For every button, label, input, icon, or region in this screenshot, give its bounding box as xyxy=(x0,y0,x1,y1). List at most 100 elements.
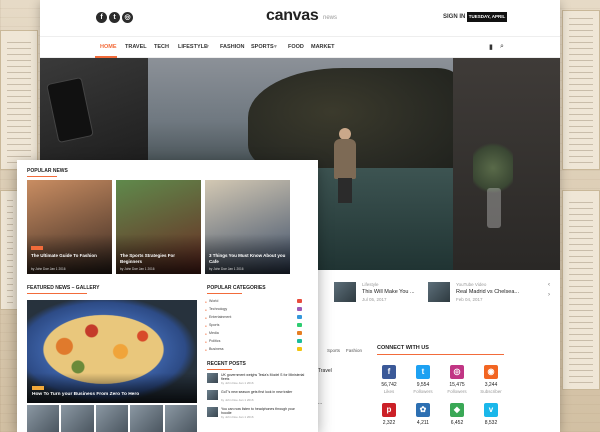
news-card[interactable]: The Ultimate Guide To Fashion by John Doe… xyxy=(27,180,112,274)
featured-badge xyxy=(32,386,44,390)
gallery-thumb[interactable] xyxy=(95,405,129,432)
category-item[interactable]: ● Entertainment xyxy=(205,315,307,322)
bullet-icon: ● xyxy=(205,324,207,328)
social-label: Followers xyxy=(447,389,467,394)
gallery-thumb[interactable] xyxy=(27,405,60,432)
thumb-date: Jul 05, 2017 xyxy=(362,297,387,302)
social-icon[interactable]: t xyxy=(416,365,430,379)
card-badge xyxy=(31,246,43,250)
gallery-thumb[interactable] xyxy=(164,405,198,432)
gallery-thumb[interactable] xyxy=(130,405,163,432)
popular-news-underline xyxy=(27,176,57,177)
tab-fashion[interactable]: Fashion xyxy=(346,348,362,353)
front-browser-window: POPULAR NEWS The Ultimate Guide To Fashi… xyxy=(17,160,318,432)
nav-sports-chevron-icon: ▾ xyxy=(274,44,277,50)
recent-post-meta: by John Doe Jan 1 2016 xyxy=(221,398,254,402)
nav-sports[interactable]: SPORTS xyxy=(251,44,274,50)
slider-prev-icon[interactable]: ‹ xyxy=(548,282,550,288)
thumb-date: Feb 04, 2017 xyxy=(456,297,483,302)
tab-sports[interactable]: Sports xyxy=(327,348,340,353)
social-icon[interactable]: p xyxy=(382,403,396,417)
thumb-title[interactable]: This Will Make You ... xyxy=(362,289,415,295)
sign-in-link[interactable]: SIGN IN xyxy=(443,14,465,20)
category-label: Politics xyxy=(209,339,221,343)
thumb-title[interactable]: Real Madrid vs Chelsea... xyxy=(456,289,519,295)
social-icon[interactable]: v xyxy=(484,403,498,417)
social-count: 4,211 xyxy=(416,420,430,426)
recent-post-title[interactable]: GoT's new season gets first look in new … xyxy=(221,390,306,394)
nav-lifestyle[interactable]: LIFESTYLE xyxy=(178,44,208,50)
social-icon[interactable]: ◉ xyxy=(484,365,498,379)
recent-post-meta: by John Doe Jan 1 2016 xyxy=(221,381,254,385)
featured-gallery-main[interactable]: How To Turn your Business From Zero To H… xyxy=(27,300,197,403)
side-post-title[interactable]: Travel xyxy=(318,368,332,374)
news-card[interactable]: The Sports Strategies For Beginners by Jo… xyxy=(116,180,201,274)
card-title[interactable]: The Sports Strategies For Beginners xyxy=(120,253,198,265)
social-icon[interactable]: ◆ xyxy=(450,403,464,417)
social-icon[interactable]: f xyxy=(382,365,396,379)
featured-caption[interactable]: How To Turn your Business From Zero To H… xyxy=(32,392,139,397)
category-item[interactable]: ● World xyxy=(205,299,307,306)
social-count: 2,322 xyxy=(382,420,396,426)
site-topbar: f t ◎ canvas news SIGN IN TUESDAY, APRIL… xyxy=(40,0,560,36)
social-label: Subscriber xyxy=(480,389,502,394)
category-item[interactable]: ● Technology xyxy=(205,307,307,314)
category-color-swatch xyxy=(297,299,302,303)
category-label: World xyxy=(209,299,219,303)
category-color-swatch xyxy=(297,307,302,311)
category-item[interactable]: ● Sports xyxy=(205,323,307,330)
nav-travel[interactable]: TRAVEL xyxy=(125,44,147,50)
nav-home[interactable]: HOME xyxy=(100,44,117,50)
category-label: Business xyxy=(209,347,224,351)
nav-food[interactable]: FOOD xyxy=(288,44,304,50)
nav-lifestyle-chevron-icon: ▾ xyxy=(206,44,209,50)
twitter-icon[interactable]: t xyxy=(109,12,120,23)
card-title[interactable]: The Ultimate Guide To Fashion xyxy=(31,253,109,259)
background-paper-right-top xyxy=(562,10,600,170)
site-logo-sub: news xyxy=(323,15,338,21)
card-meta: by John Doe Jan 1 2016 xyxy=(209,267,244,271)
featured-news-title: FEATURED NEWS – GALLERY xyxy=(27,285,100,291)
instagram-icon[interactable]: ◎ xyxy=(122,12,133,23)
side-post-title[interactable]: ... xyxy=(318,400,322,406)
date-badge: TUESDAY, APRIL 3 xyxy=(467,12,507,29)
recent-post[interactable]: You can now listen to headphones through… xyxy=(207,407,307,420)
featured-overlay xyxy=(27,373,197,403)
category-item[interactable]: ● Politics xyxy=(205,339,307,346)
background-paper-left-top xyxy=(0,30,38,170)
thumb-category: YouTube Video xyxy=(456,282,487,287)
thumb-image-1[interactable] xyxy=(334,282,356,302)
search-icon[interactable]: ⌕ xyxy=(500,43,504,51)
recent-post-image xyxy=(207,407,218,417)
site-logo[interactable]: canvas xyxy=(266,7,319,25)
social-icon[interactable]: ✿ xyxy=(416,403,430,417)
slider-next-icon[interactable]: › xyxy=(548,292,550,298)
bullet-icon: ● xyxy=(205,308,207,312)
recent-post-meta: by John Doe Jan 1 2016 xyxy=(221,415,254,419)
facebook-icon[interactable]: f xyxy=(96,12,107,23)
slider-thumbnails: Lifestyle This Will Make You ... Jul 05,… xyxy=(330,280,560,320)
featured-underline xyxy=(27,293,87,294)
category-color-swatch xyxy=(297,331,302,335)
card-meta: by John Doe Jan 1 2016 xyxy=(120,267,155,271)
categories-underline xyxy=(207,293,242,294)
news-card[interactable]: 3 Things You Must Know About you Cafe by … xyxy=(205,180,290,274)
bookmark-icon[interactable]: ▮ xyxy=(489,43,493,51)
popular-news-title: POPULAR NEWS xyxy=(27,168,68,174)
bullet-icon: ● xyxy=(205,332,207,336)
recent-post[interactable]: GoT's new season gets first look in new … xyxy=(207,390,307,403)
social-icon[interactable]: ◎ xyxy=(450,365,464,379)
social-count: 3,244 xyxy=(484,382,498,388)
bullet-icon: ● xyxy=(205,316,207,320)
thumb-image-2[interactable] xyxy=(428,282,450,302)
card-title[interactable]: 3 Things You Must Know About you Cafe xyxy=(209,253,287,265)
category-item[interactable]: ● Media xyxy=(205,331,307,338)
category-item[interactable]: ● Business xyxy=(205,347,307,354)
gallery-thumb[interactable] xyxy=(61,405,94,432)
recent-post[interactable]: UK government weighs Tesla's Model S for… xyxy=(207,373,307,386)
recent-posts-title: RECENT POSTS xyxy=(207,361,246,367)
nav-market[interactable]: MARKET xyxy=(311,44,335,50)
background-paper-right-bottom xyxy=(562,190,600,390)
nav-tech[interactable]: TECH xyxy=(154,44,169,50)
nav-fashion[interactable]: FASHION xyxy=(220,44,244,50)
